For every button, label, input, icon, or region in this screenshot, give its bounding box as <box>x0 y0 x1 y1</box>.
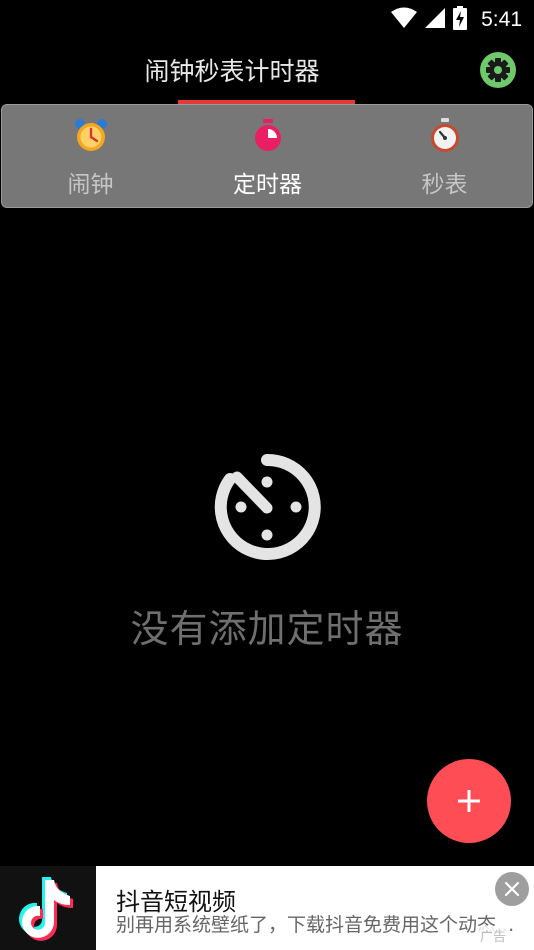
tab-alarm[interactable]: 闹钟 <box>2 105 179 207</box>
tiktok-logo-icon <box>0 866 96 950</box>
timer-icon <box>250 117 286 153</box>
page-title: 闹钟秒表计时器 <box>144 57 320 86</box>
timer-outline-icon <box>212 452 322 562</box>
status-bar: 5:41 <box>0 0 534 36</box>
wifi-icon <box>391 7 418 33</box>
tab-timer[interactable]: 定时器 <box>179 105 356 207</box>
status-icons: 5:41 <box>391 6 522 34</box>
stopwatch-icon <box>427 117 463 153</box>
tab-label: 定时器 <box>233 172 302 198</box>
settings-button[interactable] <box>480 52 516 88</box>
ad-close-button[interactable] <box>495 872 529 906</box>
ad-banner[interactable]: 抖音短视频 别再用系统壁纸了，下载抖音免费用这个动态... 广告 <box>0 866 534 950</box>
active-tab-indicator <box>178 100 355 104</box>
empty-state-message: 没有添加定时器 <box>130 607 404 651</box>
plus-icon <box>458 790 480 812</box>
tab-stopwatch[interactable]: 秒表 <box>356 105 533 207</box>
battery-charging-icon <box>453 6 468 34</box>
gear-icon <box>480 52 516 88</box>
ad-tag: 广告 <box>478 926 509 945</box>
tab-label: 秒表 <box>421 172 468 198</box>
add-timer-button[interactable] <box>427 759 511 843</box>
close-icon <box>504 881 520 897</box>
ad-description: 别再用系统壁纸了，下载抖音免费用这个动态... <box>116 914 515 936</box>
cell-signal-icon <box>425 7 446 33</box>
alarm-clock-icon <box>73 117 109 153</box>
tab-bar: 闹钟 定时器 秒表 <box>1 104 533 208</box>
status-time: 5:41 <box>481 8 522 31</box>
tab-label: 闹钟 <box>67 172 114 198</box>
